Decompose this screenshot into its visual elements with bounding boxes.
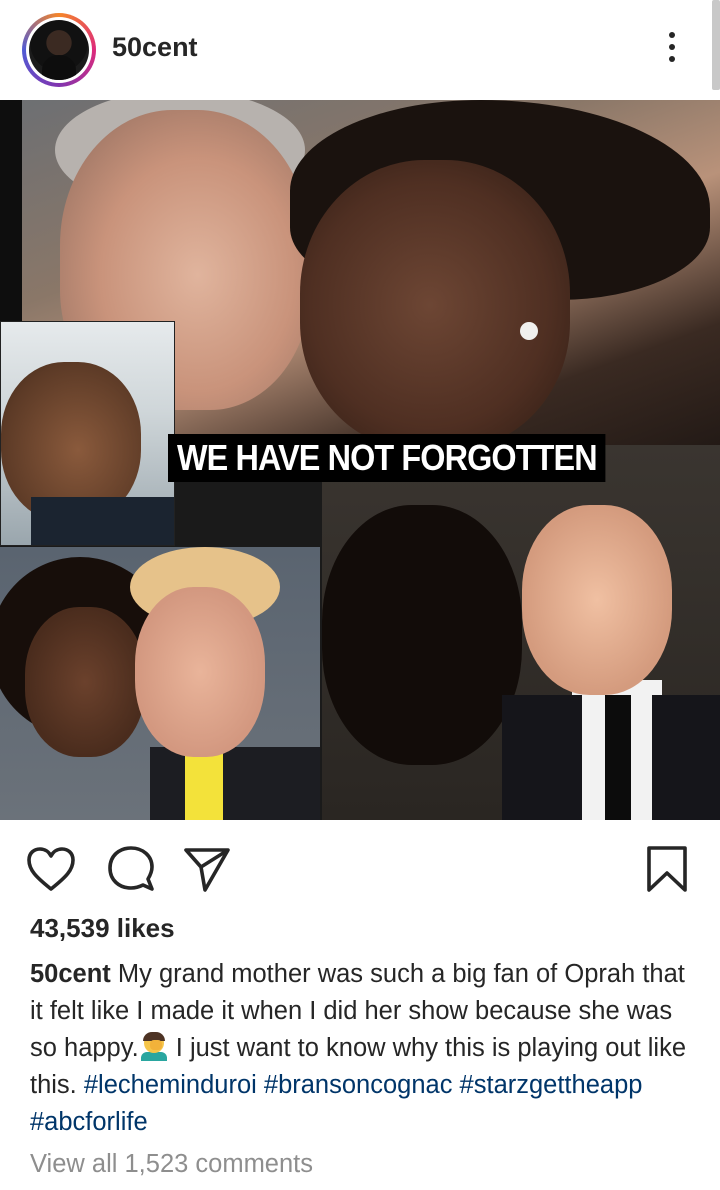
more-vertical-icon[interactable] [660, 28, 684, 72]
comment-icon[interactable] [104, 842, 158, 896]
heart-icon[interactable] [24, 842, 78, 896]
caption-username[interactable]: 50cent [30, 960, 111, 988]
avatar[interactable] [26, 17, 92, 83]
action-bar [0, 830, 720, 906]
story-ring[interactable] [22, 13, 96, 87]
post-image[interactable]: WE HAVE NOT FORGOTTEN [0, 100, 720, 820]
likes-count[interactable]: 43,539 likes [30, 913, 175, 944]
man-facepalming-emoji [140, 1032, 167, 1061]
image-overlay-text: WE HAVE NOT FORGOTTEN [168, 434, 606, 482]
photo-panel-bottom-right [322, 445, 720, 820]
post-header: 50cent [0, 0, 720, 100]
hashtag-link[interactable]: #lecheminduroi [84, 1071, 257, 1099]
view-all-comments-link[interactable]: View all 1,523 comments [30, 1150, 313, 1179]
avatar-image [29, 20, 89, 80]
hashtag-link[interactable]: #abcforlife [30, 1108, 148, 1136]
hashtag-link[interactable]: #starzgettheapp [460, 1071, 643, 1099]
hashtag-link[interactable]: #bransoncognac [264, 1071, 453, 1099]
send-icon[interactable] [180, 842, 234, 896]
scrollbar[interactable] [712, 0, 720, 90]
post-caption: 50cent My grand mother was such a big fa… [30, 956, 700, 1141]
post-username[interactable]: 50cent [112, 32, 198, 63]
photo-panel-bottom-left [0, 547, 320, 820]
bookmark-icon[interactable] [640, 842, 694, 896]
photo-panel-inset [0, 321, 175, 546]
